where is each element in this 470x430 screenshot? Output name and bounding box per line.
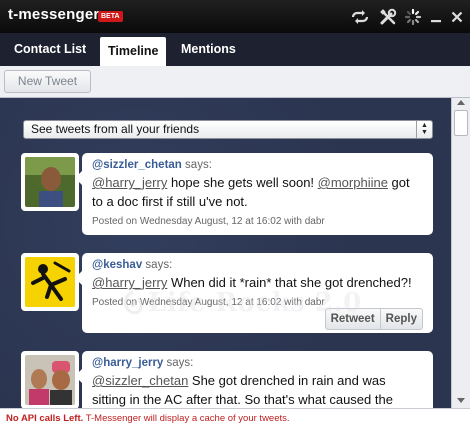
tab-mentions[interactable]: Mentions — [173, 33, 244, 66]
vertical-scrollbar[interactable] — [451, 98, 470, 408]
avatar[interactable] — [21, 253, 79, 311]
loading-spinner-icon — [403, 7, 423, 27]
tweet-username[interactable]: @keshav — [92, 259, 142, 271]
avatar[interactable] — [21, 351, 79, 408]
watermark: Life Rocks 2.0 — [122, 288, 362, 318]
select-arrows-icon: ▲ ▼ — [416, 121, 432, 138]
avatar[interactable] — [21, 153, 79, 211]
says-label: says: — [145, 259, 173, 271]
status-warning: No API calls Left. — [6, 413, 84, 424]
tweet-bubble: @harry_jerry says: @sizzler_chetan She g… — [75, 351, 433, 408]
tweet-text: @sizzler_chetan She got drenched in rain… — [92, 371, 423, 408]
scroll-down-icon[interactable] — [457, 398, 465, 403]
timeline-panel: See tweets from all your friends ▲ ▼ @siz… — [0, 98, 451, 408]
tweet-filter-value: See tweets from all your friends — [31, 122, 200, 136]
tweet-text-part: hope she gets well soon! — [167, 175, 318, 190]
posted-info: Posted on Wednesday August, 12 at 16:02 … — [92, 216, 325, 227]
status-bar: No API calls Left. T-Messenger will disp… — [0, 408, 470, 430]
tweet-bubble: @sizzler_chetan says: @harry_jerry hope … — [75, 153, 433, 235]
scroll-up-icon[interactable] — [457, 100, 465, 105]
title-bar: t-messenger BETA — [0, 0, 470, 33]
mention-link[interactable]: @sizzler_chetan — [92, 373, 188, 388]
mention-link[interactable]: @harry_jerry — [92, 175, 167, 190]
close-icon[interactable] — [447, 7, 467, 27]
status-message: T-Messenger will display a cache of your… — [83, 413, 290, 424]
reply-button[interactable]: Reply — [379, 309, 422, 329]
watermark-text: Life Rocks 2.0 — [148, 288, 362, 318]
tweet-text: @harry_jerry hope she gets well soon! @m… — [92, 173, 423, 211]
refresh-icon[interactable] — [350, 7, 370, 27]
mention-link[interactable]: @morphiine — [318, 175, 388, 190]
scrollbar-thumb[interactable] — [454, 110, 468, 136]
toolbar: New Tweet — [0, 66, 470, 98]
tab-contact-list[interactable]: Contact List — [6, 33, 94, 66]
new-tweet-button[interactable]: New Tweet — [4, 70, 91, 93]
tweet-username[interactable]: @sizzler_chetan — [92, 159, 182, 171]
tweet-username[interactable]: @harry_jerry — [92, 357, 163, 369]
tab-timeline[interactable]: Timeline — [100, 37, 167, 66]
tweet-filter-select[interactable]: See tweets from all your friends ▲ ▼ — [23, 120, 433, 139]
tab-bar: Contact List Timeline Mentions — [0, 33, 470, 66]
says-label: says: — [166, 357, 194, 369]
minimize-icon[interactable] — [426, 7, 446, 27]
app-title: t-messenger — [8, 6, 100, 23]
tools-icon[interactable] — [378, 7, 398, 27]
says-label: says: — [185, 159, 212, 171]
watermark-logo-icon — [123, 290, 143, 315]
beta-badge: BETA — [98, 11, 123, 22]
